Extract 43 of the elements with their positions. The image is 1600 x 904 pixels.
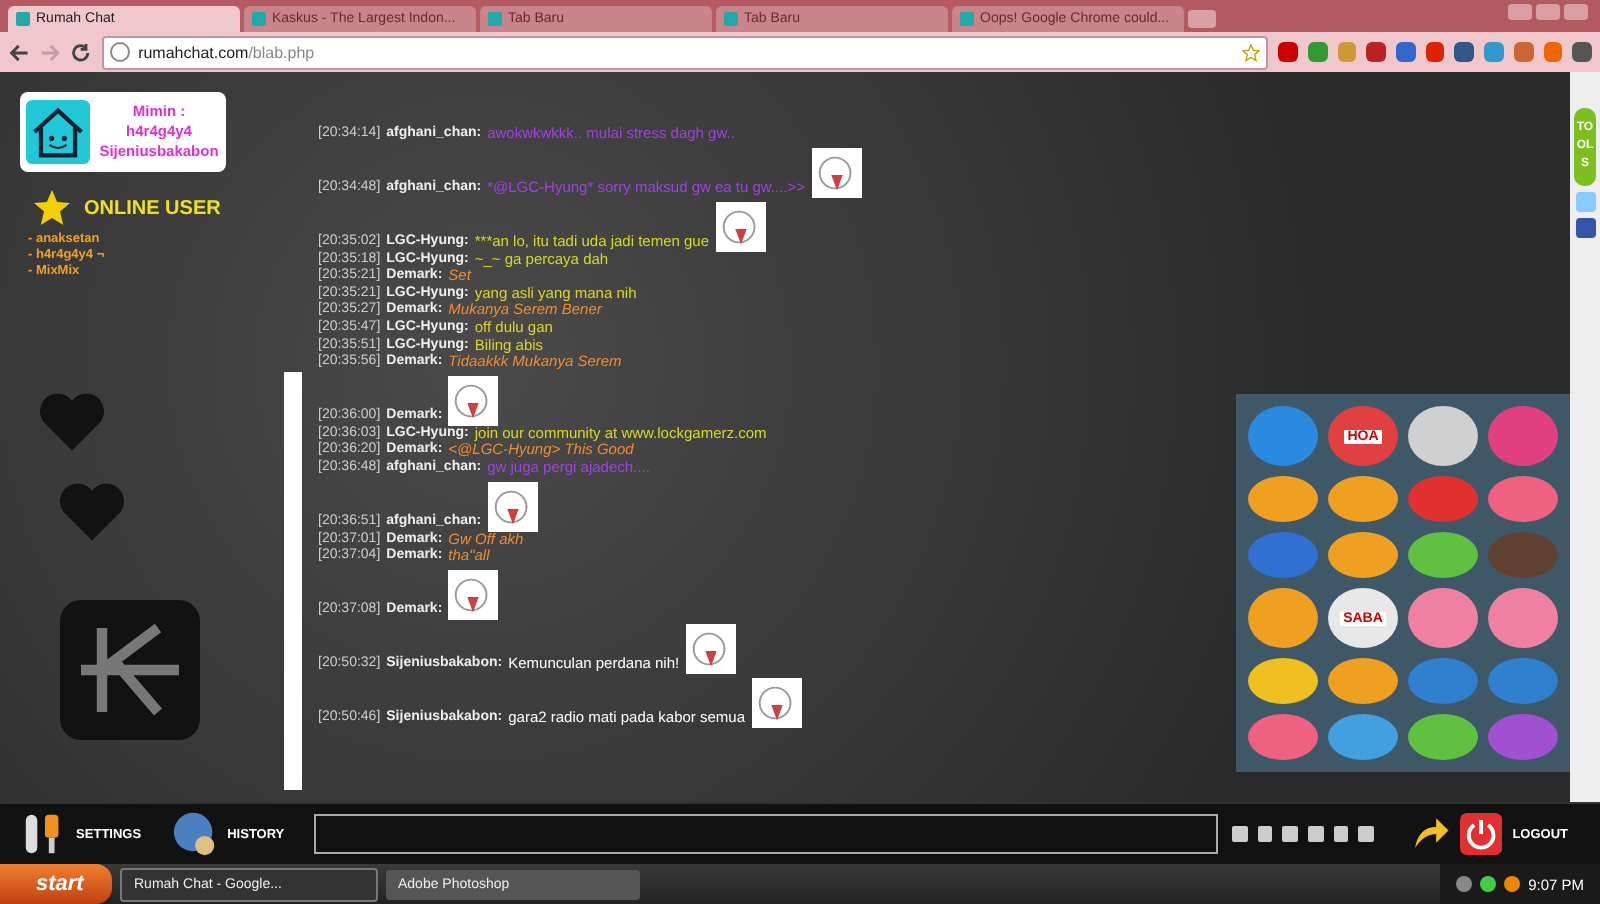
emoticon-icon[interactable] bbox=[1408, 714, 1478, 760]
logo-icon bbox=[60, 600, 200, 740]
emoticon-icon[interactable] bbox=[1248, 588, 1318, 648]
emoticon-icon[interactable] bbox=[1248, 658, 1318, 704]
address-bar[interactable]: rumahchat.com/blab.php bbox=[102, 35, 1269, 69]
reload-icon[interactable] bbox=[70, 41, 93, 63]
extension-icon[interactable] bbox=[1425, 42, 1445, 62]
emoticon-icon[interactable] bbox=[1328, 476, 1398, 522]
emoticon-icon[interactable] bbox=[1328, 714, 1398, 760]
emoticon-icon[interactable] bbox=[1328, 658, 1398, 704]
power-icon[interactable] bbox=[1460, 812, 1503, 856]
back-icon[interactable] bbox=[8, 41, 30, 63]
emoticon-icon[interactable] bbox=[1248, 714, 1318, 760]
emoticon-icon[interactable] bbox=[1328, 532, 1398, 578]
emoticon-icon[interactable] bbox=[1488, 476, 1558, 522]
page-icon bbox=[960, 12, 974, 26]
house-icon bbox=[26, 100, 90, 164]
extension-icon[interactable] bbox=[1395, 42, 1416, 62]
extension-icon[interactable] bbox=[1513, 42, 1534, 62]
heart-icon bbox=[56, 480, 128, 544]
heart-icon bbox=[36, 390, 108, 454]
online-user-title: ONLINE USER bbox=[84, 197, 221, 219]
extension-icon[interactable] bbox=[1454, 42, 1475, 62]
emoticon-icon[interactable] bbox=[1408, 406, 1478, 466]
message-input[interactable] bbox=[314, 814, 1218, 854]
page-icon bbox=[488, 12, 502, 26]
start-button[interactable]: start bbox=[0, 864, 112, 904]
emoticon-icon[interactable] bbox=[1408, 532, 1478, 578]
url-host: rumahchat.com bbox=[138, 43, 249, 61]
extension-icon[interactable] bbox=[1484, 42, 1504, 62]
emoticon-icon[interactable] bbox=[1488, 588, 1558, 648]
emoticon-icon[interactable] bbox=[1248, 476, 1318, 522]
emoticon-icon[interactable] bbox=[1248, 406, 1318, 466]
globe-icon bbox=[110, 42, 131, 62]
scrollbar[interactable] bbox=[284, 372, 302, 790]
page-icon bbox=[16, 12, 30, 26]
page-icon bbox=[724, 12, 738, 26]
emoticon-icon[interactable] bbox=[1408, 588, 1478, 648]
globe-icon[interactable] bbox=[171, 810, 218, 858]
star-icon bbox=[32, 188, 72, 228]
page-icon bbox=[252, 12, 266, 26]
url-path: /blab.php bbox=[248, 43, 315, 61]
star-icon[interactable] bbox=[1242, 43, 1261, 61]
